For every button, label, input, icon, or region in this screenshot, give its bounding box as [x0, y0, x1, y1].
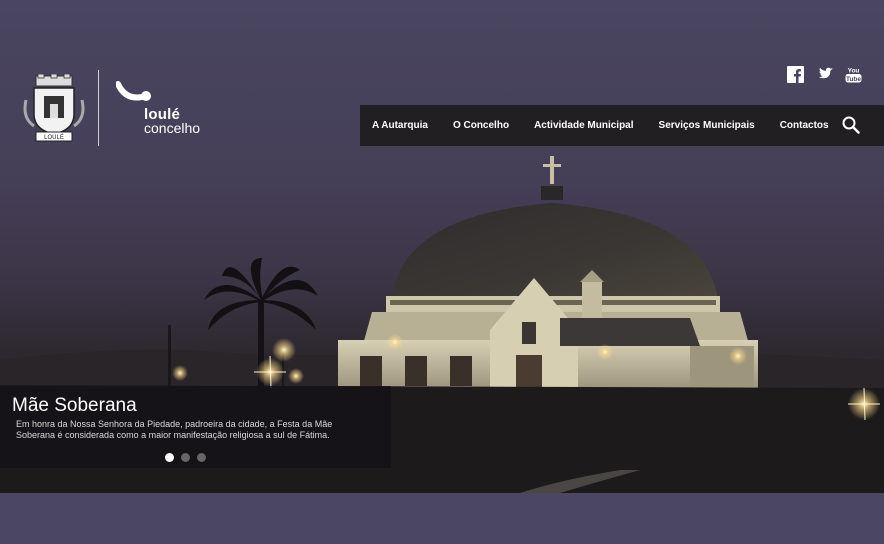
nav-item-o-concelho[interactable]: O Concelho	[453, 120, 509, 131]
slider-dot-3[interactable]	[197, 453, 206, 462]
slide-title[interactable]: Mãe Soberana	[12, 395, 137, 417]
nav-item-contactos[interactable]: Contactos	[780, 120, 829, 131]
svg-text:You: You	[848, 68, 860, 75]
coat-of-arms-text: LOULÉ	[44, 134, 64, 141]
social-links: You Tube	[787, 66, 862, 83]
nav-item-servicos-municipais[interactable]: Serviços Municipais	[659, 120, 755, 131]
slider-caption: Mãe Soberana Em honra da Nossa Senhora d…	[0, 386, 391, 468]
nav-item-actividade-municipal[interactable]: Actividade Municipal	[534, 120, 633, 131]
youtube-icon[interactable]: You Tube	[845, 66, 862, 83]
brand-mark-icon	[116, 81, 151, 101]
header-divider	[98, 70, 99, 146]
slide-description: Em honra da Nossa Senhora da Piedade, pa…	[16, 419, 333, 440]
main-navigation: A Autarquia O Concelho Actividade Munici…	[360, 105, 884, 146]
slider-dot-2[interactable]	[181, 453, 190, 462]
svg-text:Tube: Tube	[846, 76, 861, 83]
nav-item-a-autarquia[interactable]: A Autarquia	[372, 120, 428, 131]
slider-pagination	[165, 453, 206, 462]
coat-of-arms-logo[interactable]: LOULÉ	[22, 73, 86, 142]
slider-dot-1[interactable]	[165, 453, 174, 462]
search-icon[interactable]	[842, 116, 860, 134]
facebook-icon[interactable]	[787, 66, 804, 83]
brand-subtitle: concelho	[144, 120, 201, 136]
page-bottom-band	[0, 493, 884, 544]
twitter-icon[interactable]	[816, 66, 833, 83]
coat-of-arms-icon: LOULÉ	[23, 73, 85, 142]
